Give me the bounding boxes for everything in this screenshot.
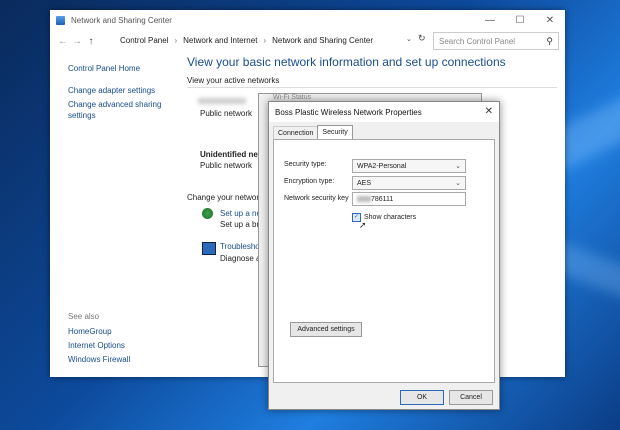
cancel-button[interactable]: Cancel: [449, 390, 493, 405]
breadcrumb-separator: ›: [174, 35, 178, 45]
search-icon[interactable]: ⚲: [546, 36, 553, 47]
forward-arrow-icon[interactable]: →: [70, 36, 84, 47]
network2-name: Unidentified netw: [200, 150, 267, 159]
breadcrumb-item[interactable]: Network and Sharing Center: [272, 36, 373, 45]
see-also: See also HomeGroup Internet Options Wind…: [68, 312, 178, 369]
address-bar: ← → ↑ Control Panel › Network and Intern…: [50, 30, 565, 52]
setup-connection-link[interactable]: Set up a ne: [220, 209, 261, 218]
see-also-label: See also: [68, 312, 100, 321]
search-input[interactable]: Search Control Panel: [439, 37, 541, 46]
chevron-down-icon[interactable]: ⌄: [406, 35, 412, 43]
close-button[interactable]: ✕: [535, 10, 565, 30]
control-panel-icon: [56, 15, 65, 25]
security-panel: Security type: WPA2-Personal ⌄ Encryptio…: [273, 139, 495, 383]
see-also-homegroup[interactable]: HomeGroup: [68, 327, 178, 336]
sidebar: Control Panel Home Change adapter settin…: [68, 63, 178, 121]
see-also-firewall[interactable]: Windows Firewall: [68, 355, 178, 364]
dialog-tabs: Connection Security: [273, 125, 353, 140]
dialog-titlebar: Boss Plastic Wireless Network Properties…: [269, 102, 499, 122]
security-type-select[interactable]: WPA2-Personal ⌄: [352, 159, 466, 173]
network1-type: Public network: [200, 109, 253, 118]
ok-button[interactable]: OK: [400, 390, 444, 405]
maximize-button[interactable]: ☐: [505, 10, 535, 30]
network-setup-icon: [202, 208, 213, 219]
search-box[interactable]: Search Control Panel ⚲: [433, 32, 559, 50]
minimize-button[interactable]: —: [475, 10, 505, 30]
encryption-type-select[interactable]: AES ⌄: [352, 176, 466, 190]
dialog-close-button[interactable]: ✕: [485, 106, 493, 117]
back-arrow-icon[interactable]: ←: [56, 36, 70, 47]
active-networks-heading: View your active networks: [187, 76, 557, 88]
sidebar-link-advanced-sharing[interactable]: Change advanced sharing settings: [68, 99, 178, 121]
window-title: Network and Sharing Center: [71, 15, 172, 25]
troubleshoot-link[interactable]: Troublesho: [220, 242, 260, 251]
troubleshoot-icon: [202, 242, 216, 255]
blurred-network-name: [198, 98, 246, 104]
breadcrumb-item[interactable]: Control Panel: [120, 36, 168, 45]
security-type-value: WPA2-Personal: [357, 162, 407, 170]
up-arrow-icon[interactable]: ↑: [84, 36, 98, 47]
tab-security[interactable]: Security: [317, 125, 353, 139]
wireless-properties-dialog: Boss Plastic Wireless Network Properties…: [268, 101, 500, 410]
see-also-internet-options[interactable]: Internet Options: [68, 341, 178, 350]
chevron-down-icon: ⌄: [455, 163, 461, 170]
mouse-cursor-icon: ➚: [359, 220, 367, 230]
window-titlebar: Network and Sharing Center — ☐ ✕: [50, 10, 565, 30]
sidebar-link-adapter[interactable]: Change adapter settings: [68, 85, 178, 96]
security-type-label: Security type:: [284, 161, 327, 168]
encryption-type-value: AES: [357, 179, 372, 187]
security-key-input[interactable]: 786111: [352, 192, 466, 206]
show-characters-label: Show characters: [364, 214, 417, 221]
chevron-down-icon: ⌄: [455, 180, 461, 187]
page-title: View your basic network information and …: [187, 55, 506, 69]
advanced-settings-button[interactable]: Advanced settings: [290, 322, 362, 337]
security-key-label: Network security key: [284, 195, 349, 202]
breadcrumb-separator: ›: [263, 35, 267, 45]
breadcrumb[interactable]: Control Panel › Network and Internet › N…: [120, 32, 412, 48]
sidebar-link-home[interactable]: Control Panel Home: [68, 63, 178, 74]
breadcrumb-item[interactable]: Network and Internet: [183, 36, 257, 45]
tab-connection[interactable]: Connection: [273, 126, 319, 140]
change-settings-heading: Change your network: [187, 193, 264, 202]
network2-type: Public network: [200, 161, 253, 170]
security-key-value: 786111: [371, 195, 394, 203]
dialog-title: Boss Plastic Wireless Network Properties: [275, 107, 422, 117]
blurred-key-prefix: [357, 196, 371, 202]
refresh-icon[interactable]: ↻: [418, 33, 426, 44]
encryption-type-label: Encryption type:: [284, 178, 335, 185]
troubleshoot-desc: Diagnose ar: [220, 254, 264, 263]
